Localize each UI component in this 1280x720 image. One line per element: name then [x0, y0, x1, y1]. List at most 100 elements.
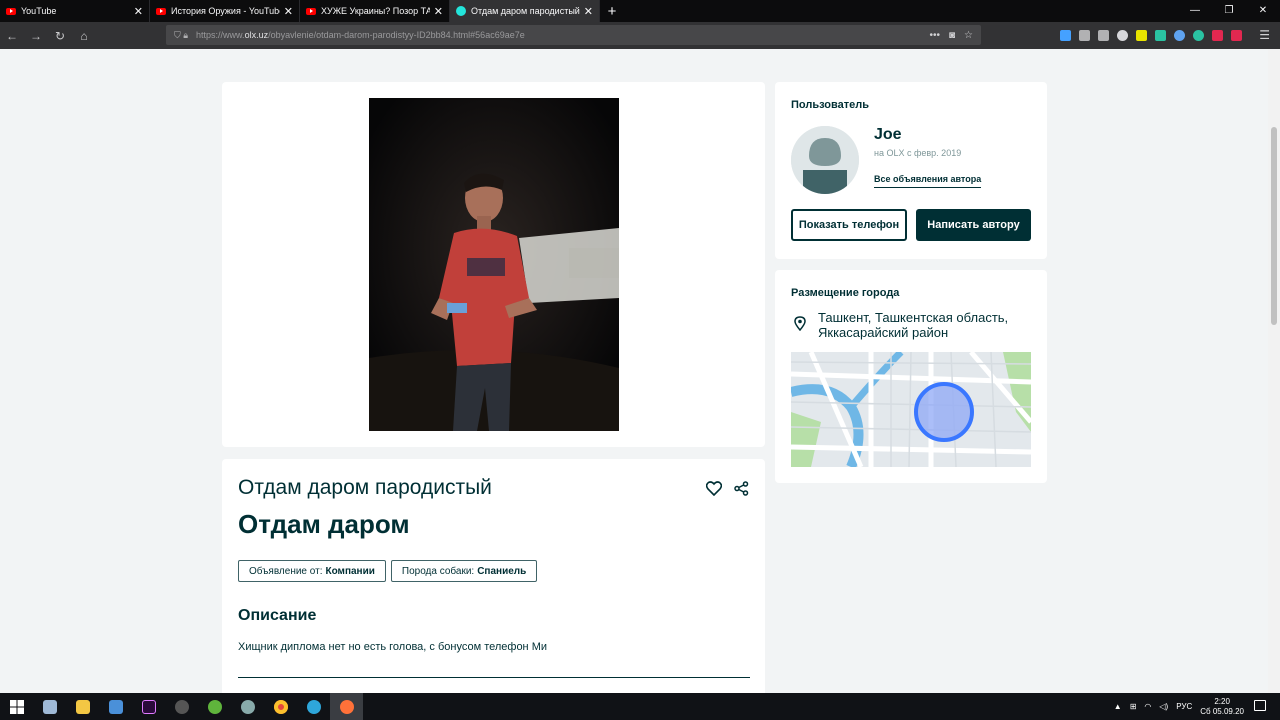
bookmark-star-icon[interactable]: ☆: [964, 30, 973, 41]
attribute-chip: Объявление от: Компании: [238, 560, 386, 582]
shield-icon[interactable]: ⛉ 🔒︎: [174, 30, 188, 41]
chip-label: Объявление от:: [249, 565, 323, 577]
chevron-up-icon[interactable]: ▲: [1114, 702, 1122, 711]
page-content: Отдам даром пародистый Отдам даром Объяв…: [0, 49, 1268, 693]
home-icon[interactable]: ⌂: [72, 29, 96, 43]
youtube-icon: [306, 7, 316, 15]
avatar[interactable]: [791, 126, 859, 194]
davinci-icon[interactable]: [165, 693, 198, 720]
listing-info: Отдам даром пародистый Отдам даром Объяв…: [222, 459, 765, 693]
close-icon[interactable]: ✕: [584, 5, 593, 18]
address-actions: ••• ◙ ☆: [929, 30, 973, 41]
seller-section-label: Пользователь: [791, 99, 870, 111]
listing-subtitle: Отдам даром пародистый: [238, 476, 492, 499]
attribute-chip: Порода собаки: Спаниель: [390, 560, 538, 582]
close-icon[interactable]: ✕: [434, 5, 443, 18]
extension-icon[interactable]: [1136, 30, 1147, 41]
browser-nav-bar: ← → ↻ ⌂ ⛉ 🔒︎ https://www.olx.uz/obyavlen…: [0, 22, 1280, 49]
system-tray: ▲ ⊞ ◠ ◁) РУС 2:20 Сб 05.09.20: [1114, 693, 1244, 720]
extension-icon[interactable]: [1193, 30, 1204, 41]
window-controls: — ❐ ✕: [1178, 0, 1280, 22]
windows-start-icon[interactable]: [0, 693, 33, 720]
page-scrollbar[interactable]: [1268, 49, 1280, 693]
tab-title: ХУЖЕ Украины? Позор ТАНК: [321, 6, 430, 16]
close-icon[interactable]: ✕: [284, 5, 293, 18]
pocket-icon[interactable]: ◙: [949, 30, 955, 41]
url-text[interactable]: https://www.olx.uz/obyavlenie/otdam-daro…: [196, 30, 929, 40]
restore-icon[interactable]: ❐: [1212, 0, 1246, 22]
all-ads-link[interactable]: Все объявления автора: [874, 174, 982, 188]
location-pin-icon: [794, 316, 806, 336]
close-icon[interactable]: ✕: [134, 5, 143, 18]
yandex-icon[interactable]: [1231, 30, 1242, 41]
download-icon[interactable]: [1060, 30, 1071, 41]
url-prefix: https://www.: [196, 30, 245, 40]
location-address: Ташкент, Ташкентская область, Яккасарайс…: [818, 310, 1009, 340]
show-phone-button[interactable]: Показать телефон: [791, 209, 907, 241]
notification-icon[interactable]: [1254, 700, 1266, 711]
utorrent-icon[interactable]: [198, 693, 231, 720]
minimize-icon[interactable]: —: [1178, 0, 1212, 22]
photo-gallery: [222, 82, 765, 447]
firefox-icon[interactable]: [330, 693, 363, 720]
browser-tab[interactable]: ХУЖЕ Украины? Позор ТАНК ✕: [300, 0, 450, 22]
premiere-icon[interactable]: [132, 693, 165, 720]
divider: [238, 677, 750, 678]
window-app-icon[interactable]: [99, 693, 132, 720]
clock[interactable]: 2:20 Сб 05.09.20: [1200, 697, 1244, 717]
adblock-icon[interactable]: [1212, 30, 1223, 41]
chrome-icon[interactable]: [264, 693, 297, 720]
browser-tab-active[interactable]: Отдам даром пародистый: Ол ✕: [450, 0, 600, 22]
chip-value: Компании: [325, 565, 375, 577]
address-bar[interactable]: ⛉ 🔒︎ https://www.olx.uz/obyavlenie/otdam…: [166, 25, 981, 45]
tab-title: Отдам даром пародистый: Ол: [471, 6, 580, 16]
back-icon[interactable]: ←: [0, 29, 24, 43]
windows-taskbar: ▲ ⊞ ◠ ◁) РУС 2:20 Сб 05.09.20: [0, 693, 1280, 720]
extensions-toolbar: [1060, 22, 1242, 49]
more-icon[interactable]: •••: [929, 30, 940, 41]
location-map[interactable]: [791, 352, 1031, 467]
reload-icon[interactable]: ↻: [48, 29, 72, 43]
scrollbar-thumb[interactable]: [1271, 127, 1277, 325]
url-path: /obyavlenie/otdam-darom-parodistyy-ID2bb…: [268, 30, 525, 40]
language-indicator[interactable]: РУС: [1176, 702, 1192, 711]
listing-attributes: Объявление от: Компании Порода собаки: Спа…: [238, 560, 538, 582]
browser-tab-bar: YouTube ✕ История Оружия - YouTube ✕ ХУЖ…: [0, 0, 1280, 22]
chip-label: Порода собаки:: [401, 565, 475, 577]
clock-date: Сб 05.09.20: [1200, 706, 1244, 716]
listing-photo[interactable]: [369, 98, 619, 431]
browser-tab[interactable]: История Оружия - YouTube ✕: [150, 0, 300, 22]
network-icon[interactable]: ⊞: [1130, 702, 1137, 711]
extension-icon[interactable]: [1174, 30, 1185, 41]
tab-title: История Оружия - YouTube: [171, 6, 280, 16]
browser-tab[interactable]: YouTube ✕: [0, 0, 150, 22]
chip-value: Спаниель: [477, 565, 527, 577]
library-icon[interactable]: [1079, 30, 1090, 41]
seller-name[interactable]: Joe: [874, 126, 902, 144]
close-window-icon[interactable]: ✕: [1246, 0, 1280, 22]
account-icon[interactable]: [1117, 30, 1128, 41]
forward-icon[interactable]: →: [24, 29, 48, 43]
message-author-button[interactable]: Написать автору: [916, 209, 1031, 241]
listing-actions: [705, 481, 749, 501]
description-heading: Описание: [238, 607, 317, 624]
listing-title: Отдам даром: [238, 509, 410, 539]
notepad-icon[interactable]: [33, 693, 66, 720]
share-icon[interactable]: [734, 481, 749, 501]
map-image: [791, 352, 1031, 467]
telegram-icon[interactable]: [297, 693, 330, 720]
file-explorer-icon[interactable]: [66, 693, 99, 720]
menu-icon[interactable]: ☰: [1259, 28, 1270, 42]
clock-time: 2:20: [1214, 696, 1230, 706]
sidebar-icon[interactable]: [1098, 30, 1109, 41]
app-icon[interactable]: [231, 693, 264, 720]
seller-since: на OLX с февр. 2019: [874, 148, 962, 158]
extension-icon[interactable]: [1155, 30, 1166, 41]
volume-icon[interactable]: ◁): [1159, 702, 1168, 711]
wifi-icon[interactable]: ◠: [1144, 702, 1151, 711]
heart-icon[interactable]: [705, 481, 723, 501]
user-placeholder-icon: [791, 126, 859, 194]
seller-card: Пользователь Joe на OLX с февр. 2019 Все…: [775, 82, 1047, 259]
tab-title: YouTube: [21, 6, 57, 16]
new-tab-button[interactable]: +: [600, 0, 624, 22]
